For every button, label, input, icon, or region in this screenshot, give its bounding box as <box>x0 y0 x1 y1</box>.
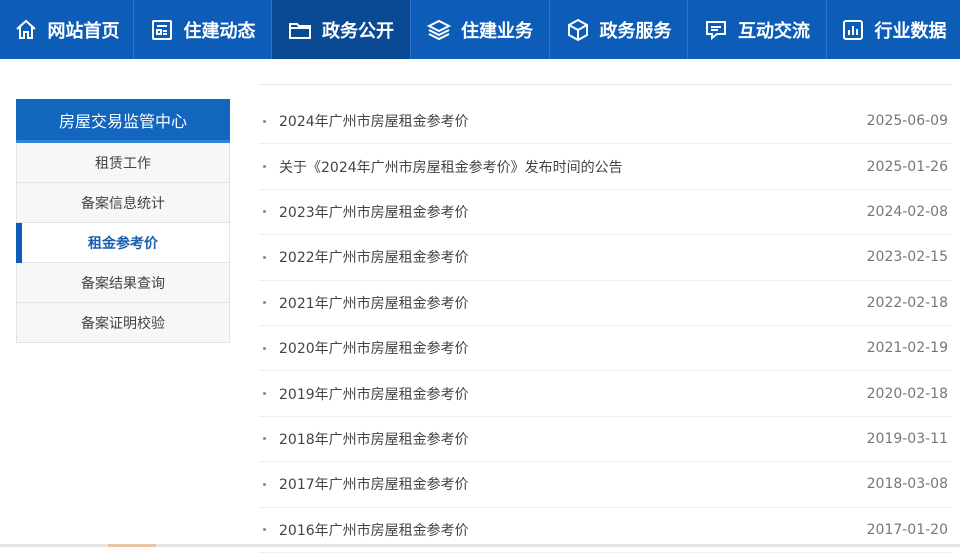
home-icon <box>14 18 38 42</box>
bullet <box>263 255 266 259</box>
list-item[interactable]: 2022年广州市房屋租金参考价 2023-02-15 <box>259 235 952 281</box>
article-title[interactable]: 2024年广州市房屋租金参考价 <box>279 111 867 131</box>
article-date: 2020-02-18 <box>866 385 948 402</box>
nav-item-label: 住建业务 <box>461 20 533 42</box>
list-item[interactable]: 关于《2024年广州市房屋租金参考价》发布时间的公告 2025-01-26 <box>259 144 952 190</box>
nav-item-label: 政务服务 <box>599 20 672 42</box>
article-date: 2019-03-11 <box>866 430 948 447</box>
sidebar-item-filing-stats[interactable]: 备案信息统计 <box>16 183 230 223</box>
article-title[interactable]: 2017年广州市房屋租金参考价 <box>279 474 867 494</box>
nav-item-home[interactable]: 网站首页 <box>0 0 134 59</box>
box-icon <box>566 18 590 42</box>
chat-icon <box>704 18 728 42</box>
sidebar-item-filing-query[interactable]: 备案结果查询 <box>16 263 230 303</box>
list-item[interactable]: 2023年广州市房屋租金参考价 2024-02-08 <box>259 190 952 236</box>
layers-icon <box>427 18 451 42</box>
sidebar: 房屋交易监管中心 租赁工作 备案信息统计 租金参考价 备案结果查询 备案证明校验 <box>16 99 230 343</box>
bar-chart-icon <box>841 18 865 42</box>
article-date: 2023-02-15 <box>866 249 948 266</box>
sidebar-item-rental-work[interactable]: 租赁工作 <box>16 143 230 183</box>
nav-item-gov-open[interactable]: 政务公开 <box>272 0 411 59</box>
nav-item-interaction[interactable]: 互动交流 <box>688 0 827 59</box>
nav-item-label: 住建动态 <box>183 20 256 42</box>
sidebar-item-rent-reference[interactable]: 租金参考价 <box>16 223 230 263</box>
bullet <box>263 437 266 441</box>
nav-item-label: 政务公开 <box>322 20 394 42</box>
list-item[interactable]: 2018年广州市房屋租金参考价 2019-03-11 <box>259 417 952 463</box>
article-title[interactable]: 2021年广州市房屋租金参考价 <box>279 293 867 313</box>
nav-item-services[interactable]: 政务服务 <box>550 0 688 59</box>
article-title[interactable]: 关于《2024年广州市房屋租金参考价》发布时间的公告 <box>279 157 867 177</box>
main-nav: 网站首页 住建动态 政务公开 住建业务 政务服务 互动交流 行业数据 <box>0 0 960 59</box>
bullet <box>263 482 266 486</box>
list-item[interactable]: 2020年广州市房屋租金参考价 2021-02-19 <box>259 326 952 372</box>
nav-item-business[interactable]: 住建业务 <box>411 0 550 59</box>
bullet <box>263 346 266 350</box>
sidebar-title: 房屋交易监管中心 <box>16 99 230 143</box>
article-list: 2024年广州市房屋租金参考价 2025-06-09 关于《2024年广州市房屋… <box>259 99 952 553</box>
article-date: 2022-02-18 <box>866 294 948 311</box>
article-date: 2025-01-26 <box>866 158 948 175</box>
article-title[interactable]: 2016年广州市房屋租金参考价 <box>279 520 867 540</box>
article-title[interactable]: 2019年广州市房屋租金参考价 <box>279 384 867 404</box>
article-date: 2021-02-19 <box>866 340 948 357</box>
nav-item-label: 网站首页 <box>47 20 120 42</box>
article-title[interactable]: 2020年广州市房屋租金参考价 <box>279 338 867 358</box>
article-date: 2017-01-20 <box>866 521 948 538</box>
article-title[interactable]: 2023年广州市房屋租金参考价 <box>279 202 867 222</box>
sidebar-item-certificate-check[interactable]: 备案证明校验 <box>16 303 230 343</box>
article-title[interactable]: 2018年广州市房屋租金参考价 <box>279 429 867 449</box>
divider <box>259 84 952 85</box>
nav-item-label: 行业数据 <box>874 20 947 42</box>
news-icon <box>150 18 174 42</box>
list-item[interactable]: 2019年广州市房屋租金参考价 2020-02-18 <box>259 371 952 417</box>
bullet <box>263 301 266 305</box>
bullet <box>263 119 266 123</box>
article-date: 2025-06-09 <box>866 113 948 130</box>
nav-item-data[interactable]: 行业数据 <box>827 0 960 59</box>
bullet <box>263 392 266 396</box>
article-title[interactable]: 2022年广州市房屋租金参考价 <box>279 247 867 267</box>
folder-icon <box>288 18 312 42</box>
list-item[interactable]: 2021年广州市房屋租金参考价 2022-02-18 <box>259 281 952 326</box>
bullet <box>263 528 266 532</box>
article-date: 2018-03-08 <box>866 476 948 493</box>
nav-item-news[interactable]: 住建动态 <box>134 0 272 59</box>
article-date: 2024-02-08 <box>866 203 948 220</box>
nav-item-label: 互动交流 <box>738 20 810 42</box>
list-item[interactable]: 2024年广州市房屋租金参考价 2025-06-09 <box>259 99 952 145</box>
list-item[interactable]: 2017年广州市房屋租金参考价 2018-03-08 <box>259 462 952 508</box>
bullet <box>263 165 266 169</box>
bullet <box>263 210 266 214</box>
